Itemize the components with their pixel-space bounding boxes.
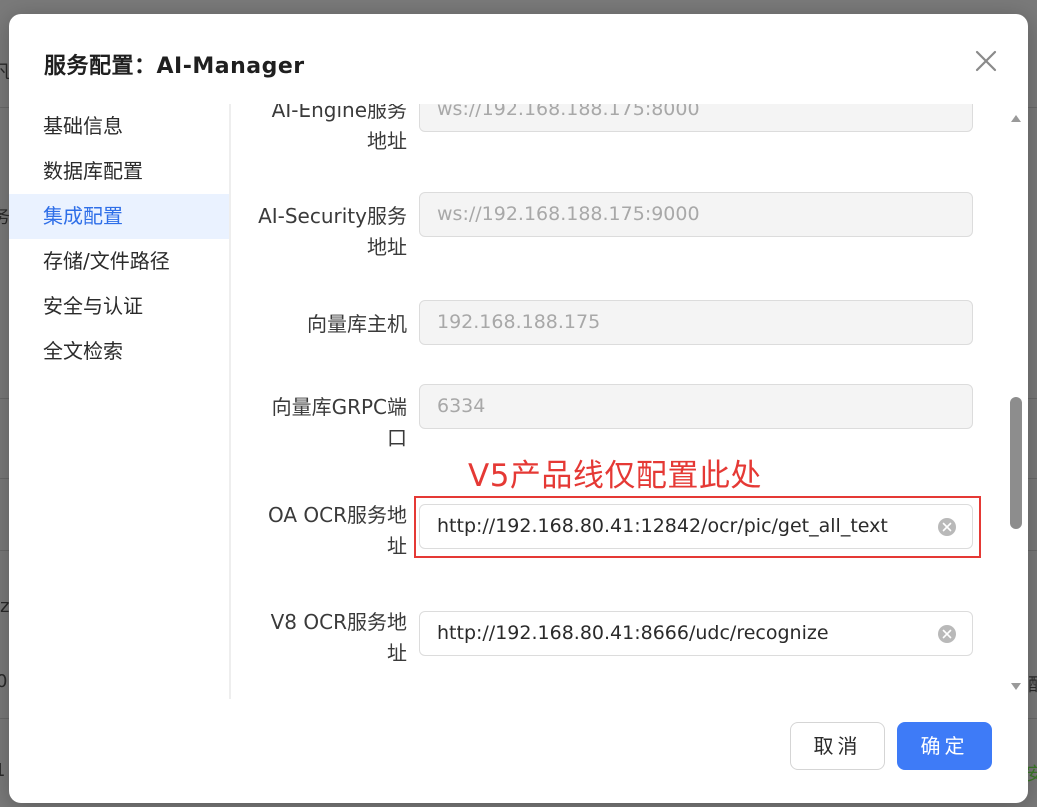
background-text: 配: [1028, 671, 1037, 697]
cancel-button[interactable]: 取消: [790, 722, 885, 770]
nav-item-fulltext-search[interactable]: 全文检索: [9, 329, 229, 374]
scrollbar-thumb[interactable]: [1010, 397, 1022, 529]
annotation-note: V5产品线仅配置此处: [468, 458, 762, 494]
field-label-ai-engine: AI-Engine服务 地址: [271, 104, 407, 153]
service-config-dialog: 服务配置：AI-Manager 基础信息 数据库配置 集成配置 存储/文件路径 …: [9, 14, 1028, 803]
background-text: 1: [0, 760, 5, 781]
field-label-vector-grpc-port: 向量库GRPC端 口: [271, 395, 407, 450]
form-scrollbar[interactable]: [1005, 106, 1027, 699]
oa-ocr-address-value: http://192.168.80.41:12842/ocr/pic/get_a…: [437, 515, 888, 537]
field-label-oa-ocr: OA OCR服务地 址: [267, 503, 407, 558]
field-label-vector-host: 向量库主机: [307, 312, 407, 336]
scroll-up-icon[interactable]: [1011, 115, 1021, 122]
field-label-v8-ocr: V8 OCR服务地 址: [270, 610, 407, 665]
oa-ocr-address-input[interactable]: http://192.168.80.41:12842/ocr/pic/get_a…: [419, 504, 973, 549]
scroll-down-icon[interactable]: [1011, 683, 1021, 690]
nav-item-security[interactable]: 安全与认证: [9, 284, 229, 329]
config-nav: 基础信息 数据库配置 集成配置 存储/文件路径 安全与认证 全文检索: [9, 104, 231, 699]
confirm-button[interactable]: 确定: [897, 722, 992, 770]
clear-icon[interactable]: [938, 518, 956, 536]
nav-item-basic-info[interactable]: 基础信息: [9, 104, 229, 149]
field-label-ai-security: AI-Security服务 地址: [258, 204, 407, 259]
vector-db-host-input[interactable]: 192.168.188.175: [419, 300, 973, 345]
vector-db-grpc-port-input[interactable]: 6334: [419, 384, 973, 429]
nav-item-database[interactable]: 数据库配置: [9, 149, 229, 194]
dialog-title: 服务配置：AI-Manager: [44, 54, 305, 79]
ai-security-address-input[interactable]: ws://192.168.188.175:9000: [419, 192, 973, 237]
ai-engine-address-input[interactable]: ws://192.168.188.175:8000: [419, 104, 973, 132]
v8-ocr-address-input[interactable]: http://192.168.80.41:8666/udc/recognize: [419, 611, 973, 656]
background-text: 0: [0, 671, 8, 692]
nav-item-storage[interactable]: 存储/文件路径: [9, 239, 229, 284]
close-icon[interactable]: [973, 48, 999, 74]
nav-item-integration[interactable]: 集成配置: [9, 194, 229, 239]
integration-form: AI-Engine服务 地址 ws://192.168.188.175:8000…: [231, 104, 1003, 699]
clear-icon[interactable]: [938, 625, 956, 643]
v8-ocr-address-value: http://192.168.80.41:8666/udc/recognize: [437, 622, 829, 644]
